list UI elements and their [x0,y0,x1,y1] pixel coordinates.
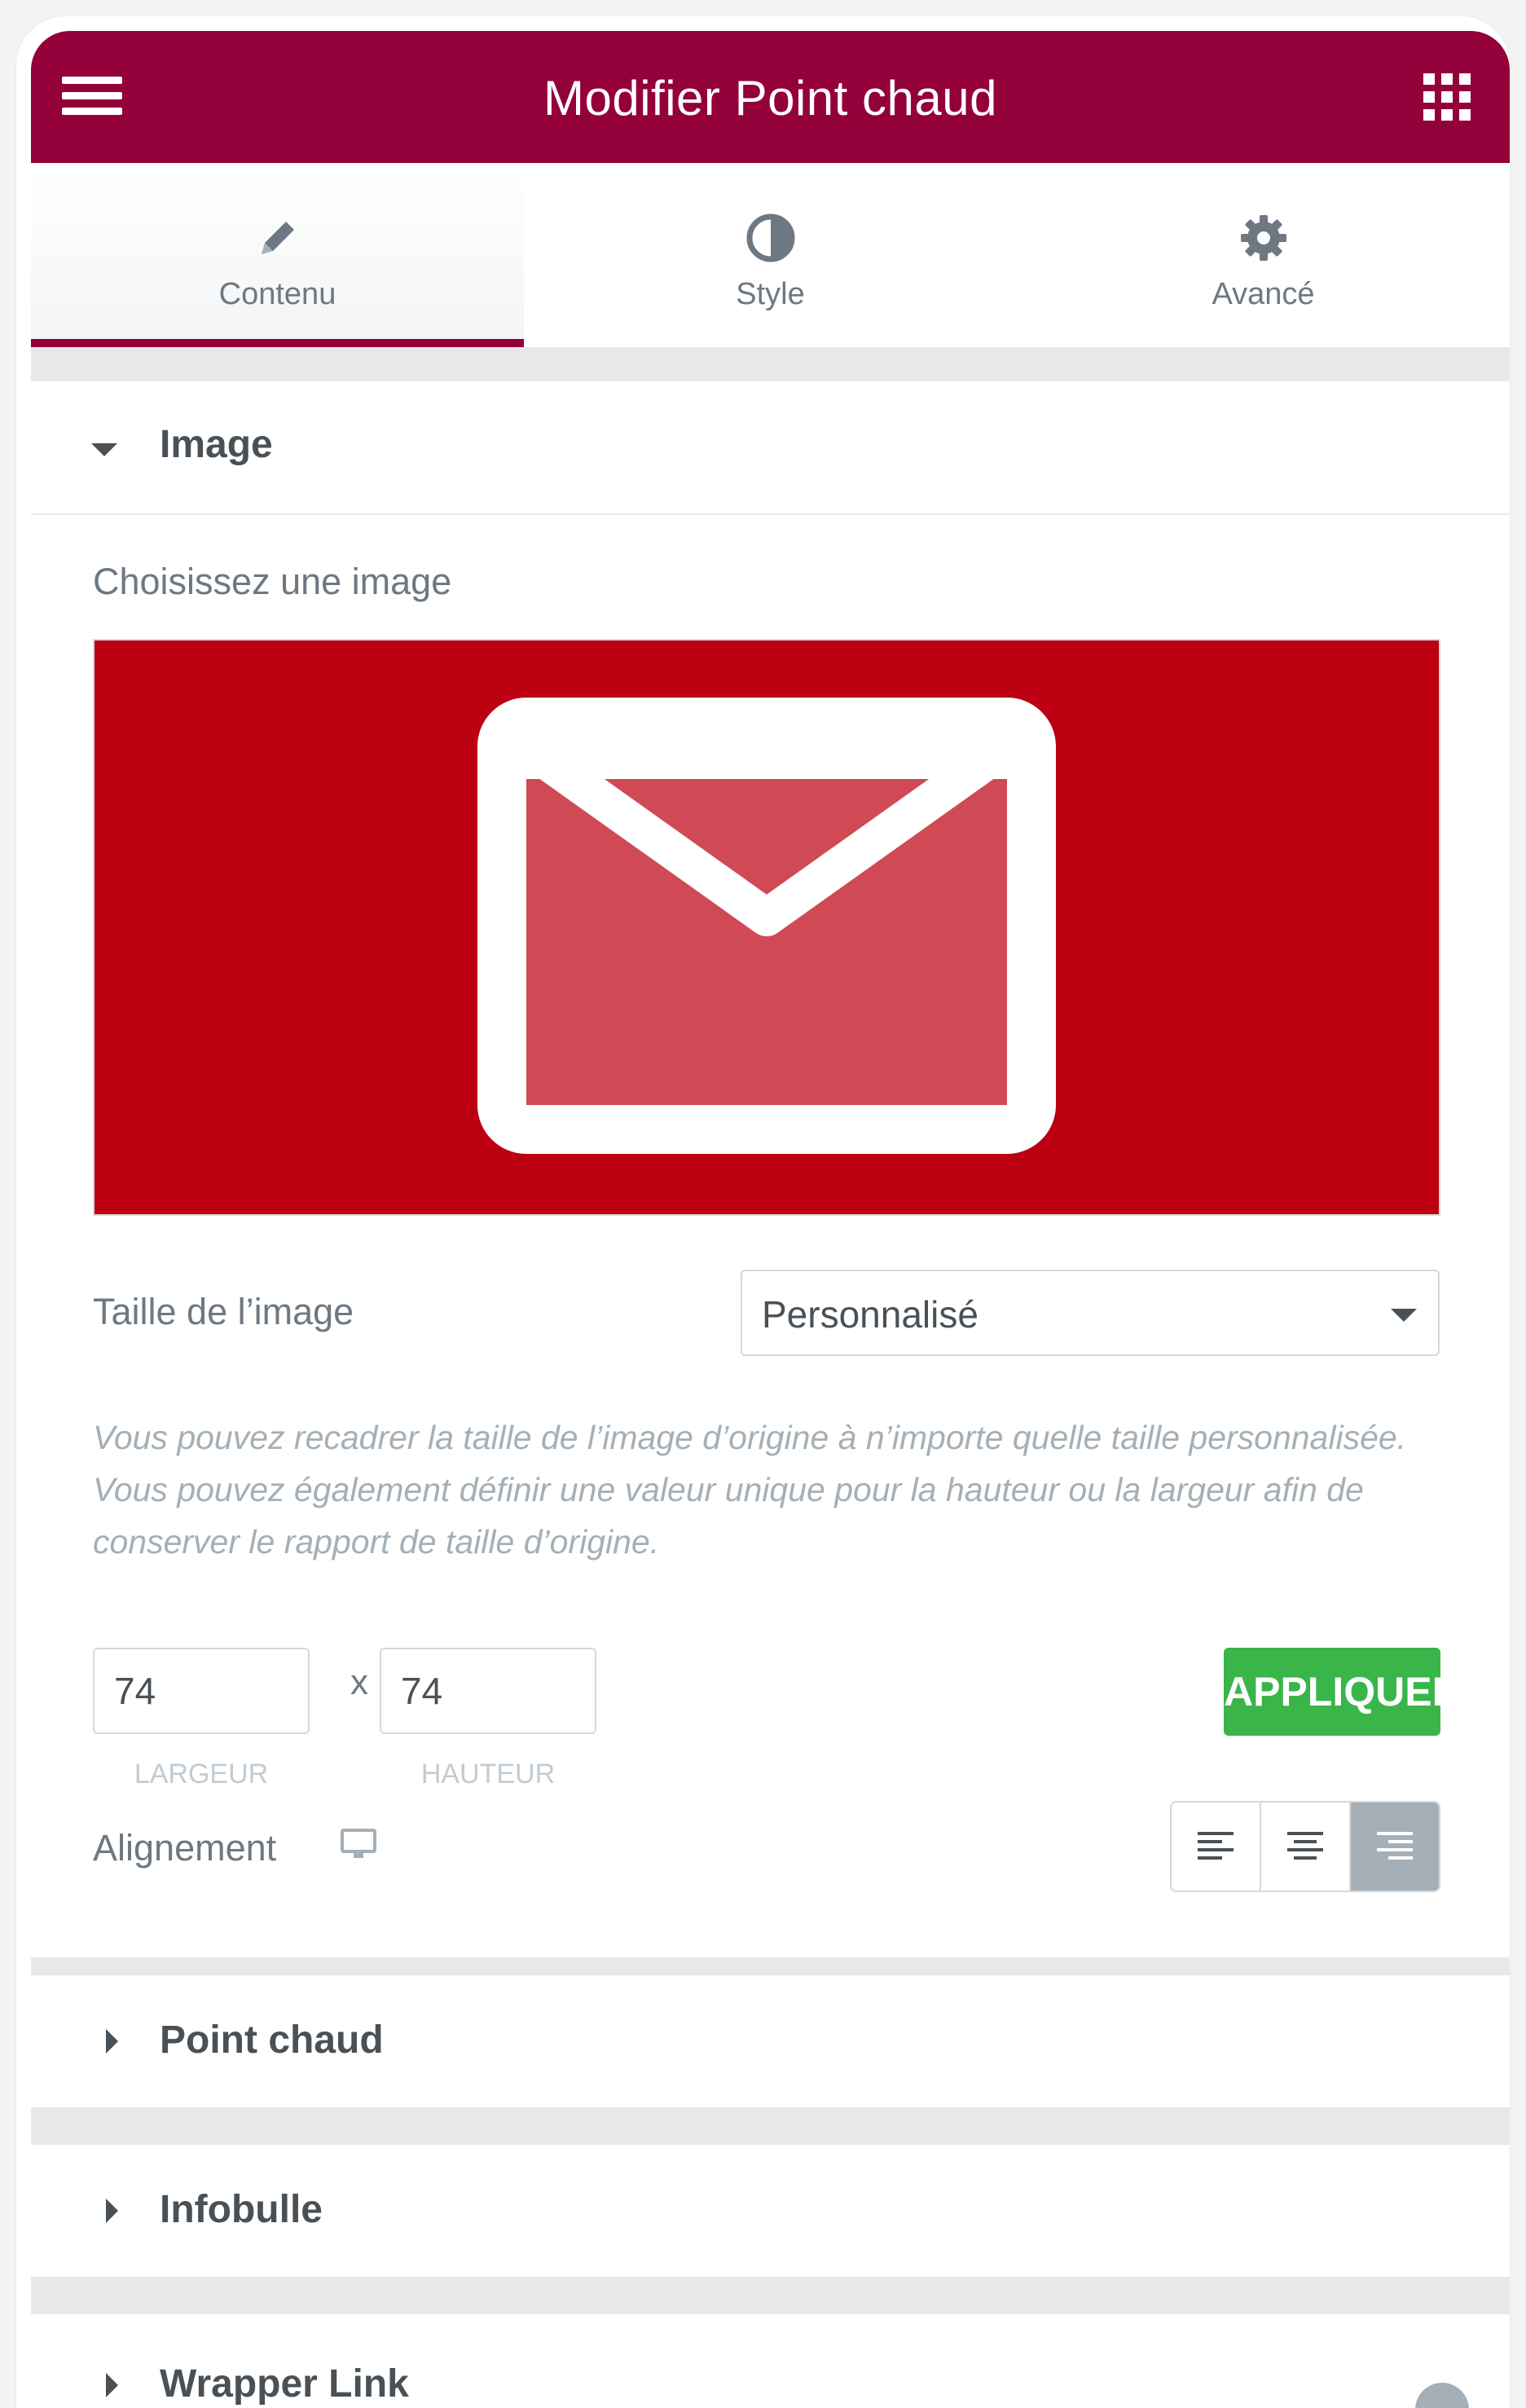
section-title: Image [160,423,273,466]
align-right-icon [1377,1832,1413,1860]
caret-down-icon [91,443,117,456]
grid-apps-icon[interactable] [1423,73,1471,121]
choose-image-label: Choisissez une image [93,561,452,602]
alignment-control [1170,1801,1440,1892]
envelope-icon [477,698,1056,1154]
contrast-icon [746,214,794,262]
tab-avance[interactable]: Avancé [1017,163,1510,347]
image-size-help-text: Vous pouvez recadrer la taille de l’imag… [93,1419,1407,1561]
image-preview[interactable] [93,639,1440,1216]
tab-contenu[interactable]: Contenu [31,163,524,347]
panel-tabs: Contenu Style Avancé [31,163,1510,347]
tab-label: Avancé [1212,277,1315,311]
align-center-button[interactable] [1261,1803,1351,1891]
section-tooltip-header[interactable]: Infobulle [31,2145,1510,2277]
gear-icon [1240,215,1286,261]
panel-header: Modifier Point chaud [31,31,1510,163]
image-size-label: Taille de l’image [93,1291,354,1332]
panel-title: Modifier Point chaud [543,71,997,125]
align-right-button[interactable] [1351,1803,1439,1891]
editor-panel: Modifier Point chaud Contenu Style Avanc… [31,31,1510,2408]
monitor-icon[interactable] [341,1829,376,1860]
section-image-header[interactable]: Image [31,381,1510,515]
apply-button[interactable]: APPLIQUER [1224,1648,1440,1736]
section-wrapper-link-header[interactable]: Wrapper Link [31,2314,1510,2408]
caret-right-icon [106,2199,118,2223]
align-left-button[interactable] [1172,1803,1261,1891]
section-title: Point chaud [160,2018,384,2062]
caret-right-icon [106,2029,118,2054]
tab-label: Style [736,277,805,311]
section-hotspot-header[interactable]: Point chaud [31,1975,1510,2107]
section-title: Wrapper Link [160,2362,409,2406]
alignment-label: Alignement [93,1827,277,1869]
tab-style[interactable]: Style [524,163,1017,347]
chevron-down-icon [1391,1309,1417,1322]
lock-icon [1415,2383,1469,2408]
editor-frame: Modifier Point chaud Contenu Style Avanc… [16,16,1510,2408]
height-caption: HAUTEUR [420,1759,556,1789]
tab-label: Contenu [218,277,336,311]
align-left-icon [1198,1832,1234,1860]
align-center-icon [1287,1832,1323,1860]
section-image-body: Choisissez une image Taille de l’image P… [31,515,1510,1957]
dimension-separator: x [350,1662,368,1702]
width-input[interactable]: 74 [93,1648,310,1734]
pencil-icon [261,222,294,254]
image-size-value: Personnalisé [762,1293,978,1336]
image-size-select[interactable]: Personnalisé [741,1270,1440,1356]
height-input[interactable]: 74 [380,1648,596,1734]
width-caption: LARGEUR [134,1759,269,1789]
section-title: Infobulle [160,2188,323,2231]
caret-right-icon [106,2373,118,2397]
